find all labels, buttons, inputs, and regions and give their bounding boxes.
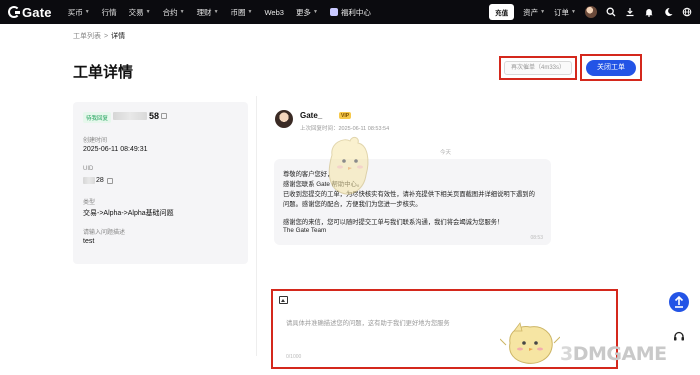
close-ticket-button[interactable]: 关闭工单 (586, 60, 636, 76)
nav-item-earn[interactable]: 理财 ▼ (191, 7, 225, 18)
assets-label: 资产 (523, 7, 539, 17)
nav-item-markets[interactable]: 行情 (96, 7, 123, 18)
search-icon[interactable] (606, 7, 616, 17)
nav-item-buy-crypto[interactable]: 买币 ▼ (62, 7, 96, 18)
deposit-button[interactable]: 充值 (489, 4, 515, 20)
message-time: 08:53 (530, 235, 543, 241)
vip-badge: VIP (339, 112, 352, 119)
type-label: 类型 (83, 200, 96, 206)
main-nav: 买币 ▼ 行情 交易 ▼ 合约 ▼ 理财 ▼ 币圈 ▼ Web3 更多 ▼ 福利中心 (62, 7, 377, 18)
nav-item-web3[interactable]: Web3 (258, 8, 289, 17)
ticket-number: 58 (113, 111, 168, 121)
uid-suffix: 28 (96, 177, 104, 184)
nav-item-more[interactable]: 更多 ▼ (290, 7, 324, 18)
user-avatar[interactable] (585, 6, 597, 18)
chevron-down-icon: ▼ (213, 9, 219, 15)
breadcrumb-separator: > (104, 33, 109, 40)
theme-moon-icon[interactable] (663, 7, 673, 17)
chevron-down-icon: ▼ (145, 9, 151, 15)
nav-label: 买币 (67, 7, 83, 17)
panel-divider (256, 96, 257, 356)
nav-label: 交易 (128, 7, 144, 17)
urge-again-button[interactable]: 再次催单（4m33s） (504, 61, 572, 75)
nav-item-trade[interactable]: 交易 ▼ (123, 7, 157, 18)
uid-label: UID (83, 166, 94, 172)
language-globe-icon[interactable] (682, 7, 692, 17)
gate-logo[interactable]: Gate (8, 5, 52, 20)
character-counter: 0/1000 (286, 354, 302, 360)
nav-label: 行情 (101, 7, 117, 17)
bell-icon[interactable] (644, 7, 654, 17)
message-line: The Gate Team (283, 227, 327, 234)
topbar-actions: 充值 资产 ▼ 订单 ▼ (489, 0, 692, 24)
status-badge: 待我回复 (83, 112, 112, 123)
chevron-down-icon: ▼ (571, 9, 576, 15)
date-divider: 今天 (440, 150, 452, 156)
headset-support-icon[interactable] (673, 331, 685, 341)
top-navigation-bar: Gate 买币 ▼ 行情 交易 ▼ 合约 ▼ 理财 ▼ 币圈 ▼ Web3 更多 ▼ 福利中… (0, 0, 700, 24)
created-time-label: 创建时间 (83, 138, 108, 144)
copy-icon[interactable] (106, 177, 113, 184)
assets-menu[interactable]: 资产 ▼ (523, 7, 545, 18)
type-value: 交易->Alpha->Alpha基础问题 (83, 210, 174, 217)
image-upload-icon[interactable] (279, 296, 288, 304)
message-line: 感谢您的来信，您可以随时提交工单与我们联系沟通，我们将会竭诚为您服务！ (283, 219, 504, 226)
site-watermark: 3DMGAME (560, 343, 667, 365)
gift-icon (329, 8, 338, 16)
nav-item-futures[interactable]: 合约 ▼ (157, 7, 191, 18)
agent-avatar (275, 110, 293, 128)
ticket-info-panel: 待我回复 58 创建时间 2025-06-11 08:49:31 UID 28 … (73, 102, 248, 264)
last-reply-time: 上次回复时间：2025-06-11 08:53:54 (300, 126, 390, 132)
description-value: test (83, 238, 95, 245)
watermark-text: DMGAME (572, 343, 667, 365)
breadcrumb: 工单列表 > 详情 (73, 31, 125, 41)
page-title: 工单详情 (73, 64, 134, 81)
nav-label: 币圈 (230, 7, 246, 17)
nav-label: 理财 (196, 7, 212, 17)
ticket-number-suffix: 58 (149, 111, 160, 121)
nav-item-community[interactable]: 币圈 ▼ (225, 7, 259, 18)
nav-label: 更多 (295, 7, 311, 17)
created-time-value: 2025-06-11 08:49:31 (83, 146, 148, 153)
mascot-illustration (500, 322, 560, 364)
agent-name: Gate_ (300, 111, 323, 120)
chevron-down-icon: ▼ (312, 9, 318, 15)
message-line: 已收到您提交的工单，为尽快核实有效性，请补充提供下相关页面截图并详细说明下遇到的 (283, 191, 535, 198)
orders-label: 订单 (554, 7, 570, 17)
reply-input-placeholder[interactable]: 请具体并准确描述您的问题，这有助于我们更好地为您服务 (286, 318, 450, 327)
download-icon[interactable] (625, 7, 635, 17)
mascot-illustration (328, 136, 369, 195)
agent-message-bubble: 尊敬的客户您好， 感谢您联系 Gate 帮助中心。 已收到您提交的工单，为尽快核… (274, 159, 551, 245)
nav-label: 福利中心 (340, 7, 371, 17)
description-label: 请输入问题描述 (83, 230, 126, 236)
brand-name: Gate (22, 4, 52, 20)
blurred-ticket-id (113, 112, 147, 120)
upload-arrow-icon (674, 295, 684, 308)
chevron-down-icon: ▼ (247, 9, 253, 15)
blurred-uid (83, 177, 95, 184)
uid-value: 28 (83, 177, 113, 184)
orders-menu[interactable]: 订单 ▼ (554, 7, 576, 18)
nav-label: Web3 (264, 7, 284, 17)
scroll-top-button[interactable] (669, 292, 689, 312)
nav-item-rewards-hub[interactable]: 福利中心 (324, 7, 377, 18)
copy-icon[interactable] (161, 113, 168, 119)
gate-logo-icon (8, 6, 20, 18)
chevron-down-icon: ▼ (540, 9, 546, 15)
chevron-down-icon: ▼ (179, 9, 185, 15)
watermark-prefix: 3 (560, 343, 573, 365)
nav-label: 合约 (162, 7, 178, 17)
chevron-down-icon: ▼ (84, 9, 90, 15)
breadcrumb-ticket-list-link[interactable]: 工单列表 (73, 33, 101, 40)
breadcrumb-current: 详情 (111, 33, 126, 40)
